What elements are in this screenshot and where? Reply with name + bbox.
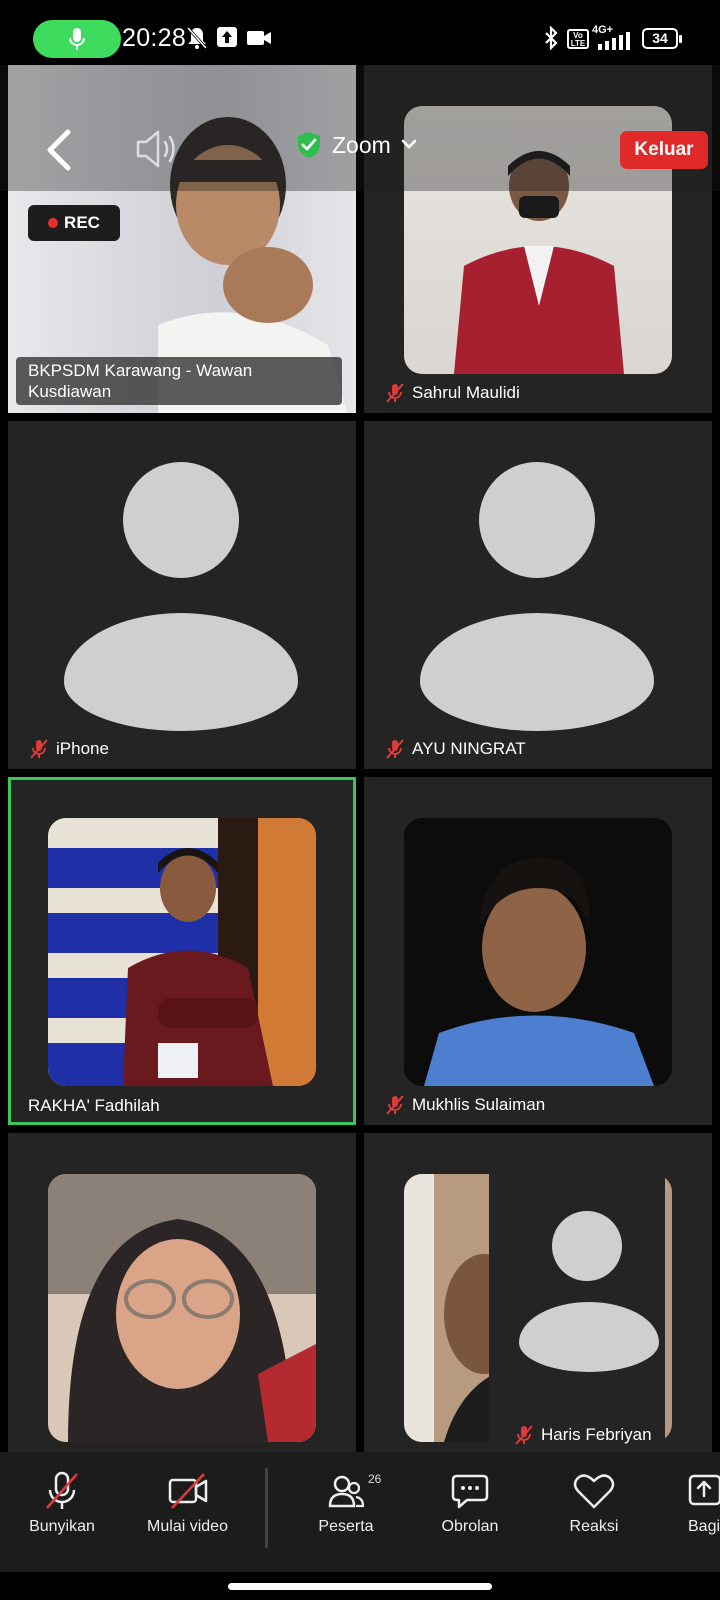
meeting-title-dropdown[interactable]: Zoom	[296, 131, 417, 159]
security-shield-icon	[298, 132, 320, 158]
haris-thumbnail[interactable]: Haris Febriyan	[489, 1157, 665, 1452]
participant-name: AYU NINGRAT	[412, 739, 526, 758]
participants-label: Peserta	[318, 1518, 374, 1535]
muted-microphone-icon	[30, 739, 48, 759]
participant-photo	[48, 818, 316, 1086]
participant-name: Sahrul Maulidi	[412, 383, 520, 402]
chat-button[interactable]: Obrolan	[430, 1470, 510, 1536]
leave-meeting-button[interactable]: Keluar	[620, 131, 708, 169]
reactions-label: Reaksi	[569, 1518, 619, 1535]
video-tile-ayu[interactable]: AYU NINGRAT	[364, 421, 712, 769]
mute-bell-icon	[186, 26, 208, 50]
video-tile-rakha[interactable]: RAKHA' Fadhilah	[8, 777, 356, 1125]
avatar-body	[64, 613, 298, 731]
avatar-body	[519, 1302, 659, 1372]
chat-icon	[451, 1474, 489, 1509]
recording-badge: REC	[28, 205, 120, 241]
participant-name-label: RAKHA' Fadhilah	[28, 1096, 160, 1116]
muted-microphone-icon	[386, 739, 404, 759]
participant-person-image	[424, 858, 654, 1086]
participant-name-label: Sahrul Maulidi	[384, 382, 520, 404]
share-screen-icon	[688, 1474, 720, 1506]
participants-count-badge: 26	[368, 1472, 382, 1486]
avatar-head	[552, 1211, 622, 1281]
participant-name-label: Haris Febriyan	[513, 1424, 652, 1446]
avatar-head	[479, 462, 595, 578]
video-tile-iphone[interactable]: iPhone	[8, 421, 356, 769]
share-label: Bagi	[688, 1518, 720, 1535]
mic-in-use-indicator[interactable]	[33, 20, 121, 58]
unmute-label: Bunyikan	[29, 1518, 95, 1535]
meeting-top-bar	[0, 65, 720, 191]
chevron-down-icon	[401, 139, 417, 149]
participant-person-image	[48, 818, 316, 1086]
participant-name-label: iPhone	[28, 738, 109, 760]
video-camera-icon	[247, 31, 271, 45]
meeting-toolbar: Bunyikan Mulai video Peserta 26 Obrolan	[0, 1452, 720, 1572]
chat-label: Obrolan	[441, 1518, 499, 1535]
toolbar-divider	[265, 1468, 268, 1548]
home-indicator[interactable]	[228, 1583, 492, 1590]
start-video-label: Mulai video	[147, 1518, 228, 1535]
video-tile-participant-8[interactable]: Haris Febriyan	[364, 1133, 712, 1452]
heart-icon	[573, 1474, 615, 1509]
video-tile-mukhlis[interactable]: Mukhlis Sulaiman	[364, 777, 712, 1125]
reactions-button[interactable]: Reaksi	[554, 1470, 634, 1536]
app-title: Zoom	[332, 131, 391, 158]
muted-microphone-icon	[46, 1471, 78, 1509]
participants-icon	[328, 1475, 365, 1508]
participant-name: iPhone	[56, 739, 109, 758]
participant-photo	[404, 818, 672, 1086]
start-video-button[interactable]: Mulai video	[140, 1470, 235, 1536]
participant-name: RAKHA' Fadhilah	[28, 1096, 160, 1115]
battery-indicator: 34	[642, 28, 682, 49]
avatar-head	[123, 462, 239, 578]
upload-icon	[217, 27, 237, 47]
volte-badge: Vo LTE	[567, 29, 589, 49]
video-tile-participant-7[interactable]	[8, 1133, 356, 1452]
participant-name: Mukhlis Sulaiman	[412, 1095, 546, 1114]
participant-name-label: AYU NINGRAT	[384, 738, 526, 760]
participant-photo	[48, 1174, 316, 1442]
participant-name-label: Mukhlis Sulaiman	[384, 1094, 545, 1116]
participant-name-label: BKPSDM Karawang - Wawan Kusdiawan	[16, 357, 342, 405]
video-off-icon	[168, 1473, 207, 1509]
signal-icon	[598, 32, 630, 50]
status-time: 20:28	[122, 24, 187, 52]
participant-name: Haris Febriyan	[541, 1425, 652, 1444]
avatar-body	[420, 613, 654, 731]
muted-microphone-icon	[515, 1425, 533, 1445]
muted-microphone-icon	[386, 383, 404, 403]
participant-person-image	[48, 1174, 316, 1442]
back-arrow-icon[interactable]	[44, 128, 74, 172]
muted-microphone-icon	[386, 1095, 404, 1115]
record-dot-icon	[48, 218, 59, 228]
share-button[interactable]: Bagi	[688, 1470, 720, 1536]
speaker-icon[interactable]	[134, 128, 180, 170]
bluetooth-icon	[545, 26, 558, 50]
rec-label: REC	[64, 213, 100, 232]
microphone-icon	[69, 28, 85, 50]
unmute-button[interactable]: Bunyikan	[22, 1470, 102, 1536]
